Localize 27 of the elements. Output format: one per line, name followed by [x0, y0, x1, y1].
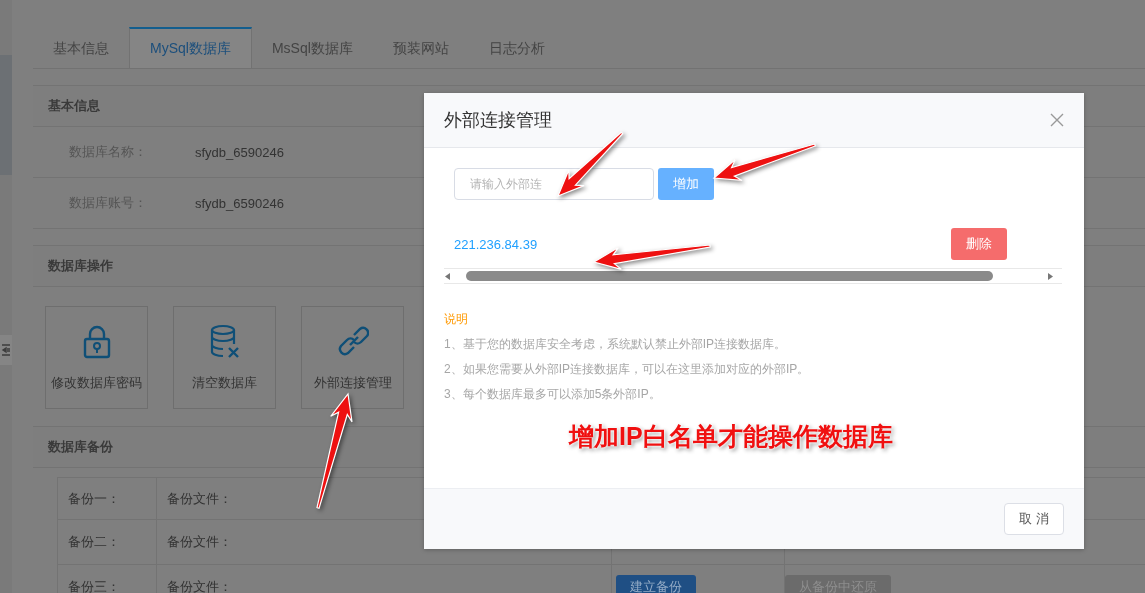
tab[interactable]: MySql数据库	[129, 27, 252, 68]
tab[interactable]: 预装网站	[372, 27, 469, 68]
action-card[interactable]: 修改数据库密码	[45, 306, 148, 409]
action-card[interactable]: 外部连接管理	[301, 306, 404, 409]
ip-input-field[interactable]: 请输入外部连	[454, 168, 654, 200]
collapse-icon	[1, 344, 11, 356]
note-text: 3、每个数据库最多可以添加5条外部IP。	[444, 386, 662, 403]
add-button[interactable]: 增加	[658, 168, 714, 200]
collapse-handle[interactable]	[0, 335, 12, 365]
delete-button[interactable]: 删除	[951, 228, 1007, 260]
database-delete-icon	[208, 323, 241, 360]
tab[interactable]: MsSql数据库	[251, 27, 373, 68]
create-backup-button[interactable]: 建立备份	[616, 574, 696, 593]
tab[interactable]: 基本信息	[33, 27, 129, 68]
field-value: sfydb_6590246	[195, 144, 284, 160]
table-cell: 备份三：	[57, 564, 157, 593]
annotation-text: 增加IP白名单才能操作数据库	[569, 421, 893, 452]
horizontal-scrollbar[interactable]	[444, 268, 1062, 284]
close-icon[interactable]	[1050, 113, 1064, 127]
field-value: sfydb_6590246	[195, 195, 284, 211]
note-text: 2、如果您需要从外部IP连接数据库，可以在这里添加对应的外部IP。	[444, 361, 811, 378]
action-card[interactable]: 清空数据库	[173, 306, 276, 409]
table-cell: 备份二：	[57, 519, 157, 565]
notes-title: 说明	[444, 311, 469, 328]
cancel-button[interactable]: 取消	[1004, 503, 1064, 535]
note-text: 1、基于您的数据库安全考虑，系统默认禁止外部IP连接数据库。	[444, 336, 787, 353]
tab[interactable]: 日志分析	[468, 27, 565, 68]
